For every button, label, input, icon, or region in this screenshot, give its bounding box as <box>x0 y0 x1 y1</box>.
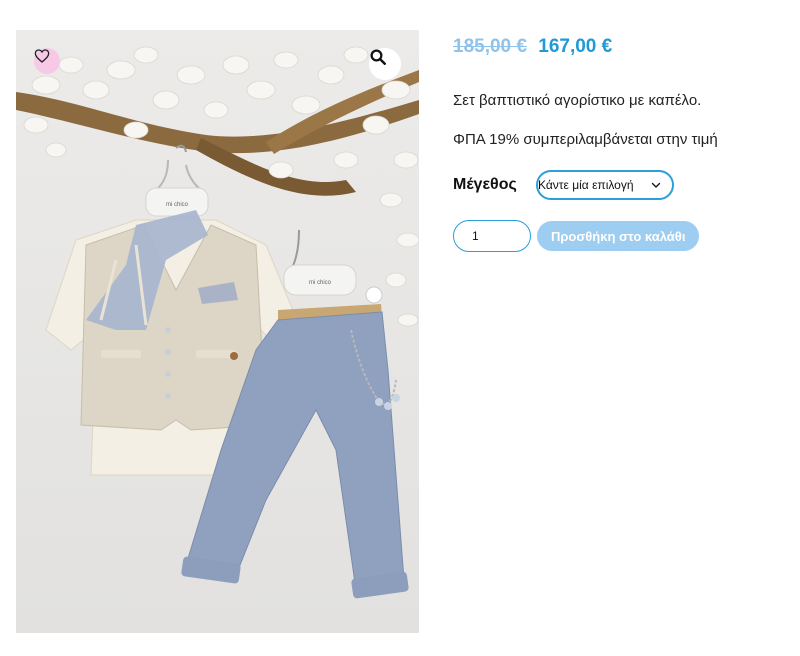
product-image[interactable]: mi chico mi chico <box>16 30 419 633</box>
variation-row: Μέγεθος Κάντε μία επιλογή <box>453 170 783 200</box>
product-page: mi chico mi chico 185,00 € 167,00 € Σετ … <box>0 0 800 656</box>
regular-price: 185,00 € <box>453 36 527 57</box>
size-select[interactable]: Κάντε μία επιλογή <box>536 170 674 200</box>
size-label: Μέγεθος <box>453 176 517 193</box>
zoom-button[interactable] <box>369 48 401 80</box>
quantity-input[interactable] <box>453 220 531 252</box>
add-to-cart-row: Προσθήκη στο καλάθι <box>453 220 783 252</box>
product-summary: 185,00 € 167,00 € Σετ βαπτιστικό αγορίστ… <box>453 36 783 252</box>
search-icon <box>370 49 386 65</box>
wishlist-button[interactable] <box>34 48 60 74</box>
sale-price: 167,00 € <box>538 36 613 57</box>
price: 185,00 € 167,00 € <box>453 36 783 66</box>
size-select-value: Κάντε μία επιλογή <box>538 178 634 192</box>
chevron-down-icon <box>651 182 661 188</box>
short-description: Σετ βαπτιστικό αγορίστικο με καπέλο. <box>453 92 702 109</box>
hanger-tag-right: mi chico <box>309 280 332 286</box>
product-gallery[interactable]: mi chico mi chico <box>16 30 419 633</box>
add-to-cart-button[interactable]: Προσθήκη στο καλάθι <box>537 221 700 251</box>
heart-icon <box>34 49 50 63</box>
vat-notice: ΦΠΑ 19% συμπεριλαμβάνεται στην τιμή <box>453 131 718 148</box>
hanger-tag-left: mi chico <box>166 202 189 208</box>
